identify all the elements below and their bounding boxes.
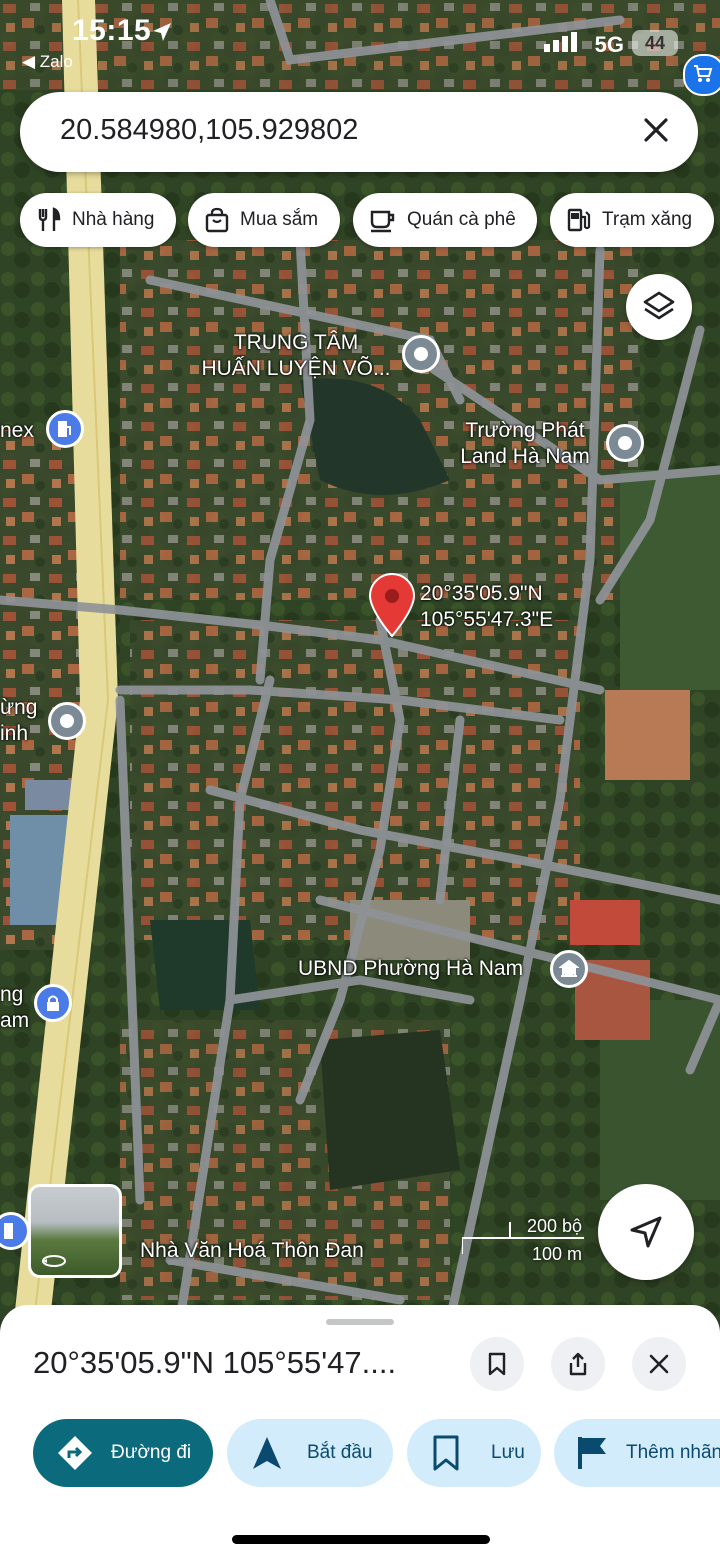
shopping-bag-icon <box>205 207 229 233</box>
place-pin-icon[interactable] <box>402 335 440 373</box>
government-pin-icon[interactable] <box>550 950 588 988</box>
marker-lat: 20°35'05.9"N <box>420 582 543 605</box>
chip-restaurants[interactable]: Nhà hàng <box>20 193 176 247</box>
drag-handle[interactable] <box>326 1319 394 1325</box>
place-label-line: Trường Phát <box>465 419 585 442</box>
place-label-nex[interactable]: nex <box>0 418 34 444</box>
directions-icon <box>58 1436 92 1470</box>
flag-icon <box>578 1437 606 1469</box>
back-to-app-link[interactable]: ◀ Zalo <box>22 52 73 72</box>
place-label-partial-2[interactable]: ng am <box>0 982 29 1034</box>
place-label-line: ng <box>0 983 24 1006</box>
search-bar[interactable]: 20.584980,105.929802 <box>20 92 698 172</box>
place-label-line: am <box>0 1009 30 1032</box>
signal-icon <box>544 32 577 52</box>
gas-station-icon <box>567 208 591 232</box>
directions-label: Đường đi <box>111 1442 192 1463</box>
save-button[interactable]: Lưu <box>407 1419 541 1487</box>
place-label-ubnd[interactable]: UBND Phường Hà Nam <box>298 956 523 982</box>
scale-imperial: 200 bộ <box>526 1216 582 1236</box>
place-label-line: ừng <box>0 696 38 719</box>
marker-coordinates-label: 20°35'05.9"N 105°55'47.3"E <box>420 581 553 633</box>
chip-coffee[interactable]: Quán cà phê <box>353 193 537 247</box>
chip-gas-station[interactable]: Trạm xăng <box>550 193 714 247</box>
coffee-cup-icon <box>370 210 395 233</box>
status-bar: 15:15 ◀ Zalo 5G 44 <box>0 0 720 80</box>
close-icon <box>649 1354 669 1374</box>
battery-indicator: 44 <box>632 30 678 56</box>
place-label-cultural-house[interactable]: Nhà Văn Hoá Thôn Đan <box>140 1238 364 1264</box>
close-icon[interactable] <box>638 112 674 148</box>
place-label-training-center[interactable]: TRUNG TÂM HUẤN LUYỆN VÕ... <box>196 330 396 382</box>
add-label-label: Thêm nhãn <box>626 1442 720 1463</box>
place-label-line: Land Hà Nam <box>460 445 590 468</box>
search-query[interactable]: 20.584980,105.929802 <box>60 114 358 147</box>
save-round-button[interactable] <box>470 1337 524 1391</box>
chip-label: Trạm xăng <box>602 209 693 230</box>
place-label-line: inh <box>0 722 29 745</box>
layers-icon <box>643 291 675 320</box>
bookmark-icon <box>433 1435 459 1471</box>
start-button[interactable]: Bắt đầu <box>227 1419 393 1487</box>
place-label-line: HUẤN LUYỆN VÕ... <box>201 357 391 380</box>
network-type: 5G <box>594 32 624 57</box>
home-indicator <box>232 1535 490 1544</box>
share-icon <box>569 1352 587 1376</box>
add-label-button[interactable]: Thêm nhãn <box>554 1419 720 1487</box>
place-bottom-sheet[interactable]: 20°35'05.9"N 105°55'47.... Đường đi Bắt … <box>0 1305 720 1557</box>
restaurant-icon <box>38 207 61 231</box>
rotate-360-icon <box>42 1255 66 1267</box>
status-time: 15:15 <box>72 14 152 47</box>
chip-shopping[interactable]: Mua sắm <box>188 193 340 247</box>
gas-station-pin-icon[interactable] <box>46 410 84 448</box>
shopping-cart-icon[interactable] <box>683 54 720 96</box>
place-label-line: TRUNG TÂM <box>233 331 359 354</box>
save-label: Lưu <box>491 1442 525 1463</box>
share-button[interactable] <box>551 1337 605 1391</box>
my-location-button[interactable] <box>598 1184 694 1280</box>
place-label-truong-phat[interactable]: Trường Phát Land Hà Nam <box>450 418 600 470</box>
chip-label: Quán cà phê <box>407 209 516 230</box>
navigation-arrow-icon <box>630 1216 662 1248</box>
scale-metric: 100 m <box>531 1244 582 1264</box>
place-label-partial-1[interactable]: ừng inh <box>0 695 37 747</box>
marker-lng: 105°55'47.3"E <box>420 608 554 631</box>
place-title: 20°35'05.9"N 105°55'47.... <box>33 1345 397 1380</box>
navigation-arrow-icon <box>253 1437 281 1469</box>
directions-button[interactable]: Đường đi <box>33 1419 213 1487</box>
bookmark-icon <box>488 1352 506 1376</box>
location-arrow-icon <box>153 23 171 41</box>
close-sheet-button[interactable] <box>632 1337 686 1391</box>
place-pin-icon[interactable] <box>606 424 644 462</box>
lock-pin-icon[interactable] <box>34 984 72 1022</box>
map-scale: 200 bộ 100 m <box>462 1214 586 1264</box>
chip-label: Mua sắm <box>240 209 319 230</box>
chip-label: Nhà hàng <box>72 209 155 230</box>
place-pin-icon[interactable] <box>48 702 86 740</box>
street-view-thumbnail[interactable] <box>28 1184 122 1278</box>
layers-button[interactable] <box>626 274 692 340</box>
start-label: Bắt đầu <box>307 1442 373 1463</box>
